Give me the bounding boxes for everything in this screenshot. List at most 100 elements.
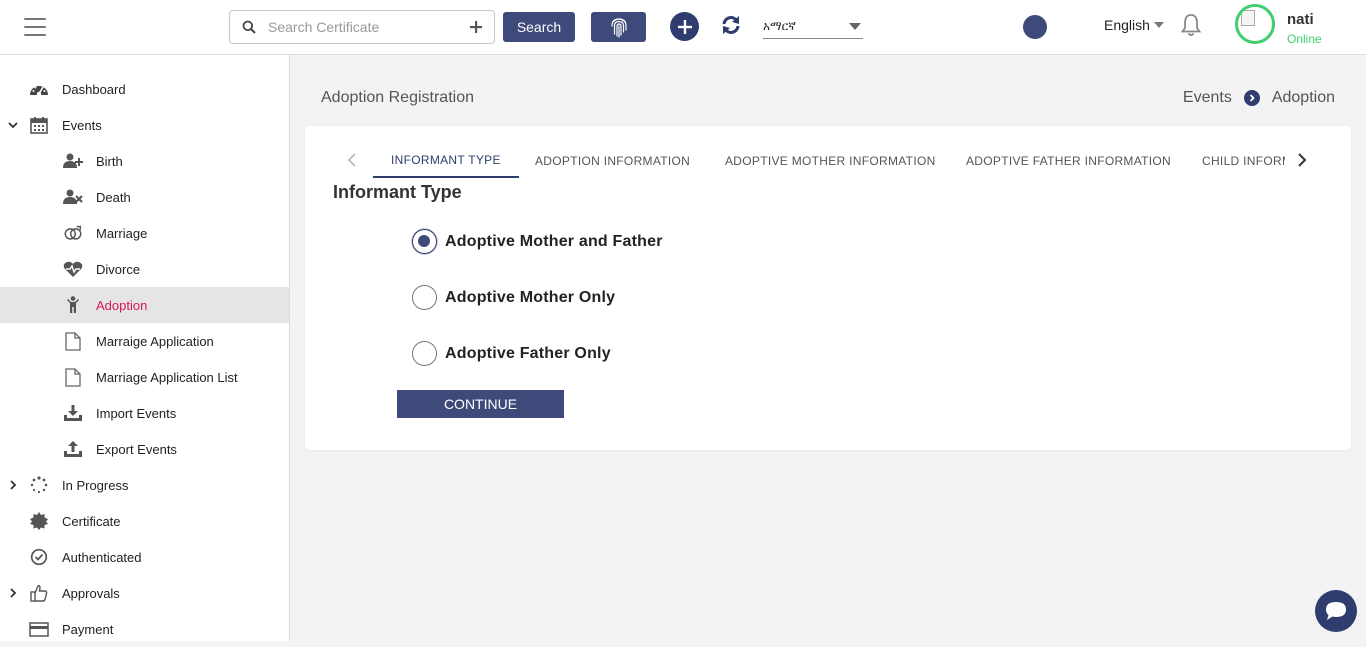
avatar-image xyxy=(1241,10,1255,26)
continue-button[interactable]: CONTINUE xyxy=(397,390,564,418)
tab-informant-type[interactable]: INFORMANT TYPE xyxy=(373,144,519,178)
chevron-right-icon xyxy=(1243,90,1260,106)
check-circle-icon xyxy=(29,547,49,567)
sidebar-item-label: Marriage xyxy=(96,225,148,241)
sidebar-item-import-events[interactable]: Import Events xyxy=(0,395,289,431)
search-box xyxy=(229,10,495,44)
breadcrumb: Events Adoption xyxy=(1183,89,1335,107)
sidebar-item-marriage-application-list[interactable]: Marriage Application List xyxy=(0,359,289,395)
sidebar-item-label: Death xyxy=(96,189,131,205)
sidebar-item-label: Certificate xyxy=(62,513,121,529)
sidebar-item-events[interactable]: Events xyxy=(0,107,289,143)
radio-label: Adoptive Mother Only xyxy=(445,288,616,306)
sidebar-item-marraige-application[interactable]: Marraige Application xyxy=(0,323,289,359)
sidebar-item-adoption[interactable]: Adoption xyxy=(0,287,289,323)
sidebar-item-label: Divorce xyxy=(96,261,141,277)
language-select[interactable]: አማርኛ xyxy=(763,14,863,39)
tab-adoptive-mother-information[interactable]: ADOPTIVE MOTHER INFORMATION xyxy=(707,144,954,178)
upload-icon xyxy=(63,439,83,459)
rings-icon xyxy=(63,223,83,243)
card-icon xyxy=(29,619,49,639)
fingerprint-icon xyxy=(610,18,627,38)
language-select-value: አማርኛ xyxy=(763,18,796,33)
calendar-icon xyxy=(29,115,49,135)
user-x-icon xyxy=(63,187,83,207)
sidebar-item-label: Events xyxy=(62,117,102,133)
sidebar-item-dashboard[interactable]: Dashboard xyxy=(0,71,289,107)
plus-icon[interactable] xyxy=(470,21,482,33)
sidebar-item-approvals[interactable]: Approvals xyxy=(0,575,289,611)
sidebar-item-marriage[interactable]: Marriage xyxy=(0,215,289,251)
sidebar-item-label: Adoption xyxy=(96,297,148,313)
tab-adoptive-father-information[interactable]: ADOPTIVE FATHER INFORMATION xyxy=(948,144,1189,178)
bell-icon[interactable] xyxy=(1180,13,1202,37)
sidebar: Dashboard Events Birth Death Marriage Di… xyxy=(0,55,290,641)
sidebar-item-label: Birth xyxy=(96,153,123,169)
sidebar-item-certificate[interactable]: Certificate xyxy=(0,503,289,539)
language-label: English xyxy=(1104,17,1150,33)
broken-heart-icon xyxy=(63,259,83,279)
avatar[interactable] xyxy=(1235,4,1275,44)
user-name: nati xyxy=(1287,11,1314,28)
sidebar-item-label: Marriage Application List xyxy=(96,369,238,385)
tab-adoption-information[interactable]: ADOPTION INFORMATION xyxy=(517,144,708,178)
child-icon xyxy=(63,295,83,315)
radio-adoptive-father-only[interactable]: Adoptive Father Only xyxy=(412,341,611,366)
theme-toggle-icon[interactable] xyxy=(1023,15,1047,39)
sidebar-item-payment[interactable]: Payment xyxy=(0,611,289,647)
sidebar-item-death[interactable]: Death xyxy=(0,179,289,215)
registration-card: INFORMANT TYPE ADOPTION INFORMATION ADOP… xyxy=(305,126,1351,450)
add-circle-icon[interactable] xyxy=(670,12,699,41)
download-icon xyxy=(63,403,83,423)
breadcrumb-item-adoption: Adoption xyxy=(1271,89,1335,106)
refresh-icon[interactable] xyxy=(720,14,742,36)
tab-child-information[interactable]: CHILD INFORMATION xyxy=(1184,144,1285,178)
chevron-right-icon xyxy=(10,588,17,598)
radio-button[interactable] xyxy=(412,285,437,310)
page-title: Adoption Registration xyxy=(321,89,474,106)
radio-button[interactable] xyxy=(412,341,437,366)
search-button[interactable]: Search xyxy=(503,12,575,42)
sidebar-item-birth[interactable]: Birth xyxy=(0,143,289,179)
chevron-left-icon[interactable] xyxy=(345,151,359,169)
sidebar-item-label: In Progress xyxy=(62,477,129,493)
sidebar-item-divorce[interactable]: Divorce xyxy=(0,251,289,287)
user-status: Online xyxy=(1287,32,1322,46)
radio-label: Adoptive Mother and Father xyxy=(445,232,663,250)
chevron-right-icon[interactable] xyxy=(1295,151,1309,169)
thumbs-up-icon xyxy=(29,583,49,603)
radio-adoptive-mother-only[interactable]: Adoptive Mother Only xyxy=(412,285,615,310)
sidebar-item-label: Payment xyxy=(62,621,114,637)
sidebar-item-label: Dashboard xyxy=(62,81,126,97)
sidebar-item-label: Export Events xyxy=(96,441,177,457)
document-icon xyxy=(63,331,83,351)
top-bar: Search አማርኛ English xyxy=(0,0,1366,55)
step-tabs: INFORMANT TYPE ADOPTION INFORMATION ADOP… xyxy=(305,144,1351,178)
sidebar-item-label: Import Events xyxy=(96,405,177,421)
breadcrumb-item-events[interactable]: Events xyxy=(1183,89,1232,107)
sidebar-item-label: Authenticated xyxy=(62,549,142,565)
radio-button[interactable] xyxy=(412,229,437,254)
radio-adoptive-mother-and-father[interactable]: Adoptive Mother and Father xyxy=(412,229,663,254)
chevron-down-icon xyxy=(8,122,18,129)
spinner-icon xyxy=(29,475,49,495)
chevron-down-icon xyxy=(849,22,861,30)
chat-icon[interactable] xyxy=(1315,590,1357,632)
sidebar-item-in-progress[interactable]: In Progress xyxy=(0,467,289,503)
dashboard-icon xyxy=(29,79,49,99)
sidebar-item-label: Marraige Application xyxy=(96,333,214,349)
chevron-down-icon xyxy=(1153,22,1164,28)
radio-label: Adoptive Father Only xyxy=(445,344,611,362)
language-menu[interactable]: English xyxy=(1104,17,1166,33)
document-icon xyxy=(63,367,83,387)
sidebar-item-authenticated[interactable]: Authenticated xyxy=(0,539,289,575)
search-input[interactable] xyxy=(268,19,470,35)
section-title: Informant Type xyxy=(333,182,462,202)
search-icon xyxy=(242,20,256,34)
sidebar-item-label: Approvals xyxy=(62,585,120,601)
hamburger-icon[interactable] xyxy=(24,18,46,36)
user-plus-icon xyxy=(63,151,83,171)
sidebar-item-export-events[interactable]: Export Events xyxy=(0,431,289,467)
certificate-icon xyxy=(29,511,49,531)
fingerprint-button[interactable] xyxy=(591,12,646,42)
